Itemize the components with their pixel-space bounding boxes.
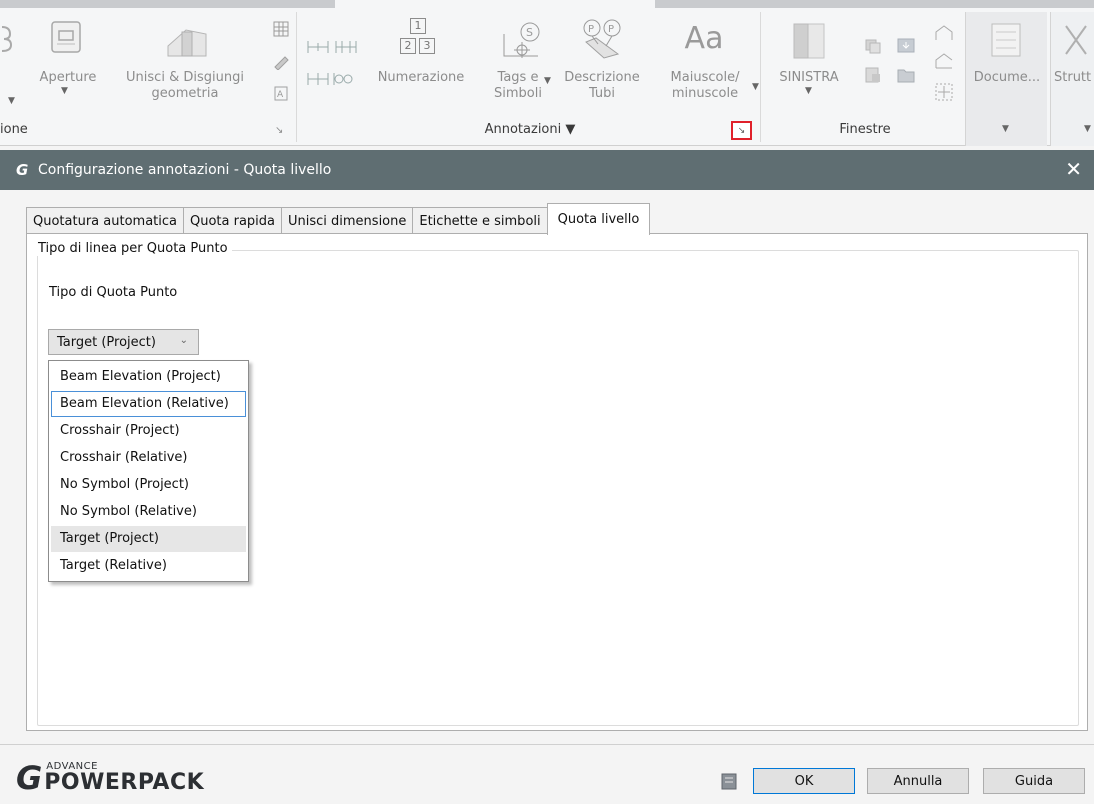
join-geometry-icon [167,29,207,57]
maiuscole-dropdown-caret[interactable]: ▼ [752,82,759,92]
numbering-icon-digit-1: 1 [410,18,426,34]
tipo-quota-punto-label: Tipo di Quota Punto [49,285,178,300]
tags-simboli-button[interactable]: Tags e [488,70,548,85]
folder-icon [897,69,915,83]
help-book-icon[interactable] [716,768,742,794]
dropdown-option[interactable]: Target (Relative) [51,553,246,579]
partial-dropdown-caret[interactable]: ▼ [8,96,15,106]
window-download-icon [897,38,915,53]
annotazioni-dialog-launcher[interactable]: ↘ [731,121,752,140]
dropdown-option-selected[interactable]: Target (Project) [51,526,246,552]
tab-quota-rapida[interactable]: Quota rapida [182,207,282,234]
tags-symbols-icon: S [503,22,540,58]
dropdown-option[interactable]: Beam Elevation (Relative) [51,391,246,417]
descrizione-tubi-button[interactable]: Descrizione [554,70,650,85]
tags-simboli-label-line2: Simboli [494,86,542,101]
structure-icon [1065,25,1087,55]
close-icon[interactable]: ✕ [1065,158,1082,180]
dialog-titlebar[interactable]: G Configurazione annotazioni - Quota liv… [0,150,1094,190]
continuous-dimension-icon [335,41,357,53]
advance-powerpack-logo: G ADVANCE POWERPACK [16,759,205,797]
pencil-icon [274,56,289,70]
partial-icon [1,26,13,52]
dropdown-option[interactable]: No Symbol (Project) [51,472,246,498]
tags-dropdown-caret[interactable]: ▼ [544,76,551,86]
maiuscole-minuscole-button[interactable]: Maiuscole/ [650,70,760,85]
sinistra-button[interactable]: SINISTRA [768,70,850,85]
svg-text:P: P [588,24,594,35]
groupbox-title: Tipo di linea per Quota Punto [36,241,232,256]
tab-unisci-dimensione[interactable]: Unisci dimensione [281,207,414,234]
numbering-icon-digit-2: 2 [400,38,416,54]
annotazioni-group-label[interactable]: Annotazioni ▼ [440,122,620,137]
tab-etichette-simboli[interactable]: Etichette e simboli [412,207,548,234]
tab-strip: Quotatura automatica Quota rapida Unisci… [26,203,651,235]
svg-text:A: A [277,90,284,100]
sinistra-dropdown-caret[interactable]: ▼ [805,86,812,96]
dropdown-option[interactable]: Crosshair (Project) [51,418,246,444]
window-tile-icon [865,67,880,83]
linear-dimension-icon [307,41,329,53]
dropdown-option[interactable]: No Symbol (Relative) [51,499,246,525]
tipo-quota-punto-select[interactable]: Target (Project) ⌄ [48,329,199,355]
unisci-disgiungi-label-line2: geometria [151,86,219,101]
svg-text:S: S [526,26,533,39]
aperture-dropdown-caret[interactable]: ▼ [61,86,68,96]
view-icon-1 [935,25,953,40]
numbering-icon-digit-3: 3 [419,38,435,54]
chevron-down-icon: ⌄ [179,335,188,346]
tipo-quota-punto-dropdown-list: Beam Elevation (Project) Beam Elevation … [48,360,249,582]
ribbon-partial-group-label: ione [0,122,28,137]
numbering-icon: 1 2 3 [398,18,438,58]
unisci-disgiungi-button[interactable]: Unisci & Disgiungi [110,70,260,85]
grid-table-icon [273,21,289,37]
dialog-title: Configurazione annotazioni - Quota livel… [38,162,332,178]
ribbon-top-strip [0,0,1094,8]
window-cascade-icon [865,39,881,54]
strutture-button[interactable]: Strutt [1054,70,1091,85]
finestre-group-label: Finestre [839,122,891,137]
cancel-button[interactable]: Annulla [867,768,969,794]
documents-icon [991,23,1021,57]
maiuscole-minuscole-label-line2: minuscole [671,86,739,101]
ribbon: ▼ ione Aperture ▼ Unisci & Disgiungi geo… [0,0,1094,146]
dropdown-option[interactable]: Crosshair (Relative) [51,445,246,471]
powerpack-logo-icon: G [16,161,29,179]
select-value: Target (Project) [57,334,156,350]
chain-dimension-icon [333,73,353,85]
window-left-icon [793,23,825,59]
baseline-dimension-icon [307,73,329,85]
strutture-dropdown-caret[interactable]: ▼ [1084,124,1091,134]
ribbon-separator [296,12,297,142]
help-button[interactable]: Guida [983,768,1085,794]
group-dialog-launcher-1[interactable]: ↘ [275,123,283,138]
text-label-icon: A [274,86,288,101]
case-change-icon: Aa [684,21,724,56]
descrizione-tubi-label-line2: Tubi [588,86,616,101]
powerpack-g-icon: G [16,759,43,797]
numerazione-button[interactable]: Numerazione [366,70,476,85]
aperture-icon [51,21,81,53]
documenti-button[interactable]: Docume... [966,70,1048,85]
ribbon-separator [760,12,761,142]
pipe-description-icon: P P [583,19,621,59]
view-icon-2 [935,53,953,69]
dropdown-option[interactable]: Beam Elevation (Project) [51,364,246,390]
brand-big-text: POWERPACK [44,770,205,795]
footer-divider [0,744,1094,745]
aperture-button[interactable]: Aperture [33,70,103,85]
tab-quota-livello[interactable]: Quota livello [546,203,651,235]
documenti-dropdown-caret[interactable]: ▼ [1002,124,1009,134]
svg-text:P: P [608,24,614,35]
crosshair-view-icon [935,83,953,101]
ok-button[interactable]: OK [753,768,855,794]
tab-quotatura-automatica[interactable]: Quotatura automatica [26,207,184,234]
